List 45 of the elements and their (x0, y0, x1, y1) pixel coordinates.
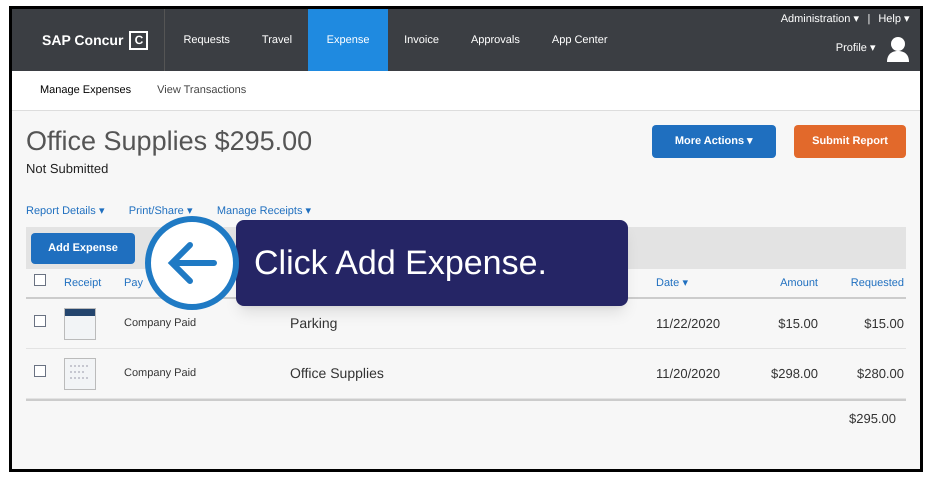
user-icon[interactable] (886, 36, 910, 62)
receipt-thumbnail[interactable] (64, 358, 96, 390)
table-cell-text: 11/22/2020 (656, 314, 722, 333)
nav-tab[interactable]: Approvals (454, 9, 536, 71)
table-cell-text: $298.00 (770, 364, 818, 383)
column-header[interactable]: Pay (124, 276, 143, 289)
logo-mark: C (129, 30, 148, 50)
nav-tab[interactable]: Invoice (388, 9, 455, 71)
top-link[interactable]: Help ▾ (878, 11, 910, 28)
table-cell-text: 11/20/2020 (656, 364, 722, 383)
report-status: Not Submitted (26, 160, 110, 178)
table-cell-text: Parking (290, 314, 338, 333)
submit-report-button[interactable]: Submit Report (794, 125, 906, 158)
checkbox[interactable] (34, 314, 46, 327)
callout-tooltip: Click Add Expense. (236, 220, 628, 306)
separator-text: | (867, 12, 870, 27)
table-cell-text: $15.00 (863, 314, 904, 333)
report-title: Office Supplies $295.00 (26, 125, 312, 157)
report-link[interactable]: Manage Receipts ▾ (216, 202, 312, 219)
top-link[interactable]: Administration ▾ (780, 11, 860, 28)
column-header[interactable]: Requested (818, 274, 904, 292)
logo-text: SAP Concur (42, 30, 124, 50)
nav-tab[interactable]: Travel (246, 9, 308, 71)
total-amount: $295.00 (849, 410, 897, 428)
nav-tab[interactable]: App Center (536, 9, 624, 71)
sub-nav-tab[interactable]: Manage Expenses (40, 82, 132, 99)
table-cell-text: Company Paid (123, 366, 198, 382)
column-header[interactable]: Amount (746, 274, 818, 292)
table-cell-text: $15.00 (777, 314, 818, 333)
table-cell-text: Office Supplies (290, 364, 385, 383)
checkbox[interactable] (34, 274, 46, 286)
checkbox[interactable] (34, 364, 46, 377)
column-header[interactable]: Receipt (60, 274, 120, 292)
add-expense-button[interactable]: Add Expense (31, 232, 135, 264)
column-header[interactable]: Date ▾ (656, 274, 746, 292)
sub-nav-tab[interactable]: View Transactions (157, 82, 246, 99)
nav-tab[interactable]: Expense (308, 9, 388, 71)
table-cell-text: $280.00 (856, 364, 904, 383)
table-cell-text: Company Paid (123, 316, 198, 332)
report-link[interactable]: Print/Share ▾ (128, 202, 193, 219)
receipt-thumbnail[interactable] (64, 308, 96, 340)
profile-menu[interactable]: Profile ▾ (836, 40, 876, 57)
report-link[interactable]: Report Details ▾ (26, 202, 105, 219)
more-actions-button[interactable]: More Actions ▾ (652, 125, 776, 158)
nav-tab[interactable]: Requests (167, 9, 246, 71)
